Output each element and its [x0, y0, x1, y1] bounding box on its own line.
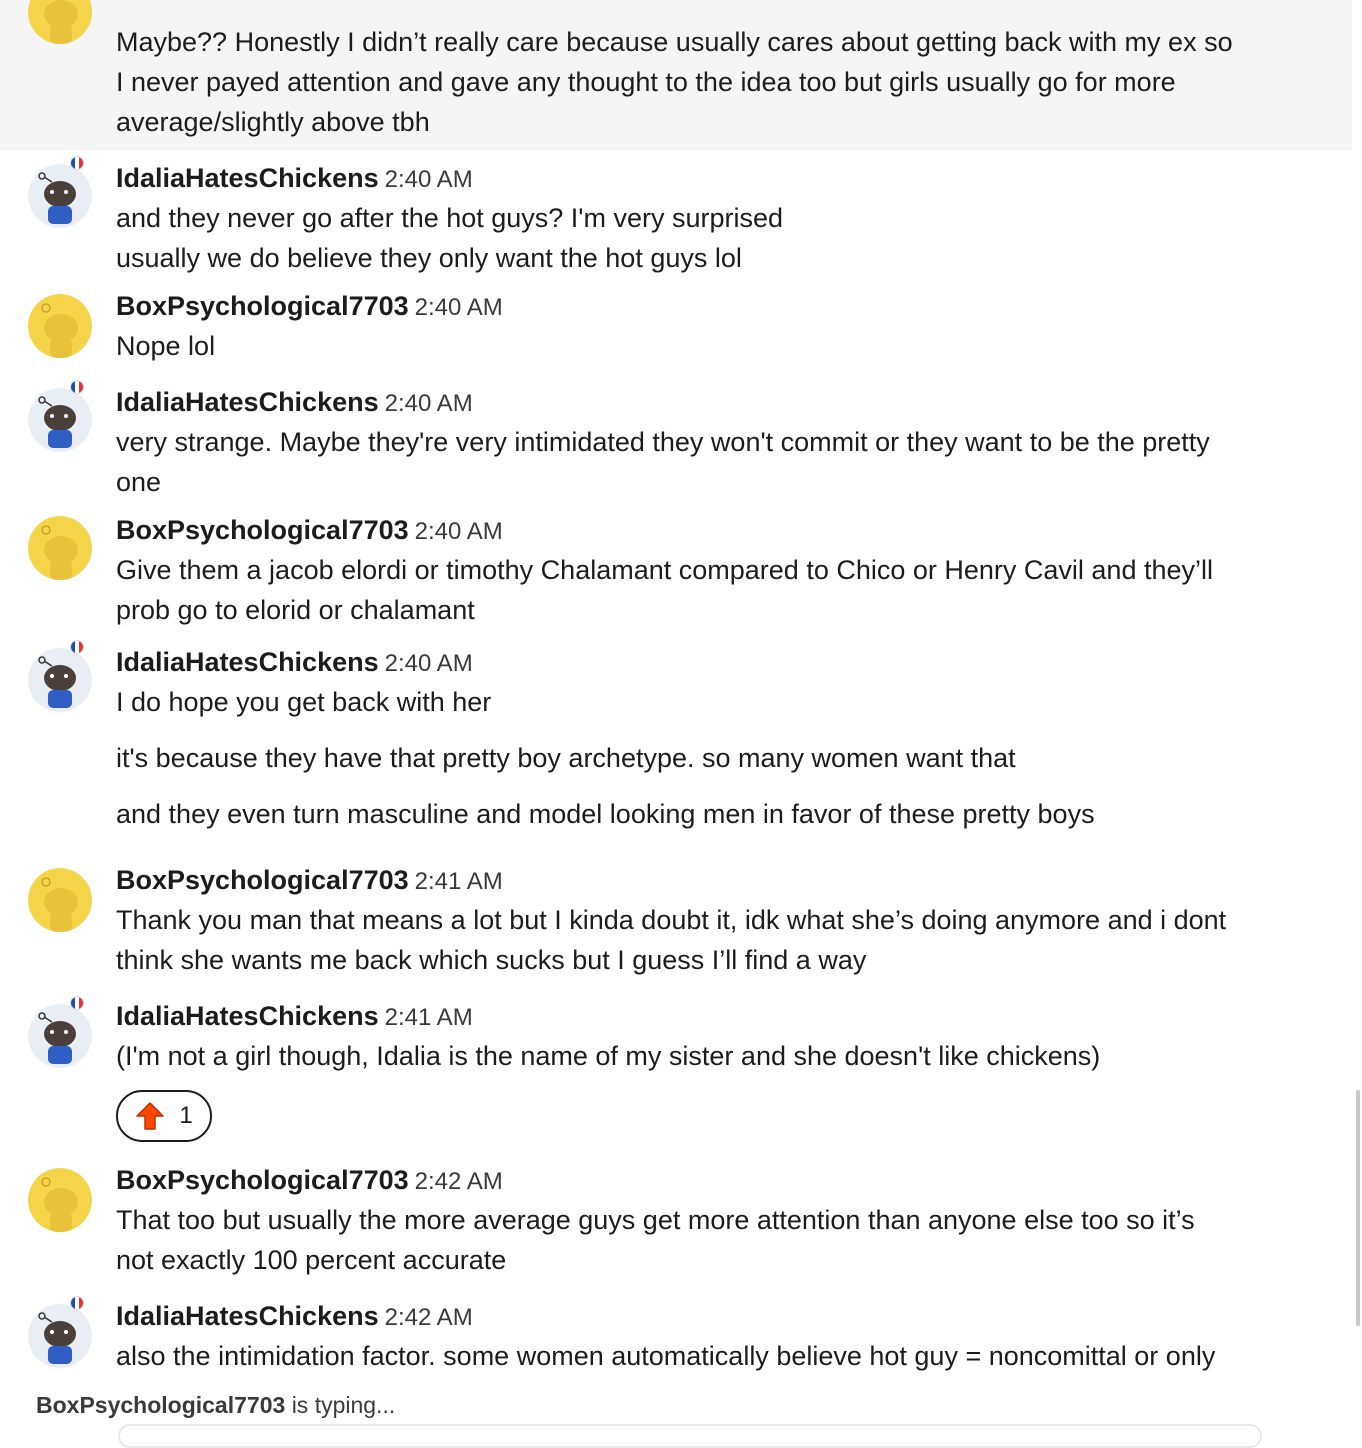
message-text: very strange. Maybe they're very intimid…: [116, 427, 1210, 457]
avatar[interactable]: [28, 868, 92, 932]
timestamp: 2:40 AM: [414, 294, 503, 321]
message-input[interactable]: [118, 1424, 1262, 1448]
message-text: Thank you man that means a lot but I kin…: [116, 905, 1227, 935]
message-item: BoxPsychological7703 2:42 AM That too but…: [0, 1162, 1352, 1298]
timestamp: 2:42 AM: [414, 1168, 503, 1195]
timestamp: 2:41 AM: [414, 868, 503, 895]
reaction-count: 1: [179, 1102, 193, 1129]
france-flag-icon: [70, 156, 84, 170]
avatar[interactable]: [28, 0, 92, 44]
username[interactable]: IdaliaHatesChickens: [116, 163, 379, 193]
avatar[interactable]: [28, 648, 92, 712]
chat-message-list: Maybe?? Honestly I didn’t really care be…: [0, 0, 1352, 1394]
avatar[interactable]: [28, 516, 92, 580]
message-text: also the intimidation factor. some women…: [116, 1341, 1216, 1371]
timestamp: 2:40 AM: [414, 518, 503, 545]
timestamp: 2:41 AM: [384, 1004, 473, 1031]
message-text: usually we do believe they only want the…: [116, 243, 742, 273]
message-item: IdaliaHatesChickens 2:41 AM (I'm not a gi…: [0, 996, 1352, 1162]
message-text: That too but usually the more average gu…: [116, 1205, 1195, 1235]
message-text: (I'm not a girl though, Idalia is the na…: [116, 1041, 1101, 1071]
upvote-reaction-button[interactable]: 1: [116, 1090, 212, 1142]
message-text: not exactly 100 percent accurate: [116, 1245, 507, 1275]
france-flag-icon: [70, 380, 84, 394]
france-flag-icon: [70, 640, 84, 654]
message-text: I never payed attention and gave any tho…: [116, 67, 1176, 97]
message-text: Maybe?? Honestly I didn’t really care be…: [116, 27, 1233, 57]
message-item: Maybe?? Honestly I didn’t really care be…: [0, 0, 1352, 150]
message-item: IdaliaHatesChickens 2:40 AM I do hope you…: [0, 640, 1352, 862]
avatar[interactable]: [28, 294, 92, 358]
username[interactable]: IdaliaHatesChickens: [116, 647, 379, 677]
message-text: it's because they have that pretty boy a…: [116, 743, 1016, 773]
username[interactable]: BoxPsychological7703: [116, 291, 409, 321]
message-text: average/slightly above tbh: [116, 107, 430, 137]
message-item: IdaliaHatesChickens 2:40 AM very strange.…: [0, 380, 1352, 518]
message-text: and they never go after the hot guys? I'…: [116, 203, 784, 233]
username[interactable]: IdaliaHatesChickens: [116, 1301, 379, 1331]
avatar[interactable]: [28, 1304, 92, 1368]
username[interactable]: IdaliaHatesChickens: [116, 1001, 379, 1031]
message-text: and they even turn masculine and model l…: [116, 799, 1095, 829]
timestamp: 2:40 AM: [384, 650, 473, 677]
username[interactable]: BoxPsychological7703: [116, 1165, 409, 1195]
avatar[interactable]: [28, 164, 92, 228]
timestamp: 2:40 AM: [384, 390, 473, 417]
message-item: IdaliaHatesChickens 2:42 AM also the inti…: [0, 1296, 1352, 1394]
upvote-icon: [136, 1102, 165, 1130]
message-text: I do hope you get back with her: [116, 687, 492, 717]
france-flag-icon: [70, 1296, 84, 1310]
typing-indicator: BoxPsychological7703 is typing...: [36, 1392, 395, 1419]
username[interactable]: IdaliaHatesChickens: [116, 387, 379, 417]
message-item: IdaliaHatesChickens 2:40 AM and they neve…: [0, 150, 1352, 286]
message-item: BoxPsychological7703 2:40 AM Nope lol: [0, 286, 1352, 382]
typing-username: BoxPsychological7703: [36, 1392, 286, 1418]
avatar[interactable]: [28, 388, 92, 452]
avatar[interactable]: [28, 1004, 92, 1068]
message-item: BoxPsychological7703 2:41 AM Thank you ma…: [0, 862, 1352, 998]
timestamp: 2:40 AM: [384, 166, 473, 193]
typing-suffix: is typing...: [291, 1392, 396, 1418]
message-item: BoxPsychological7703 2:40 AM Give them a …: [0, 515, 1352, 654]
username[interactable]: BoxPsychological7703: [116, 865, 409, 895]
message-text: think she wants me back which sucks but …: [116, 945, 867, 975]
message-text: Nope lol: [116, 331, 216, 361]
scrollbar[interactable]: [1356, 1090, 1360, 1326]
timestamp: 2:42 AM: [384, 1304, 473, 1331]
message-text: Give them a jacob elordi or timothy Chal…: [116, 555, 1213, 585]
message-text: one: [116, 467, 162, 497]
france-flag-icon: [70, 996, 84, 1010]
username[interactable]: BoxPsychological7703: [116, 515, 409, 545]
message-text: prob go to elorid or chalamant: [116, 595, 475, 625]
avatar[interactable]: [28, 1168, 92, 1232]
